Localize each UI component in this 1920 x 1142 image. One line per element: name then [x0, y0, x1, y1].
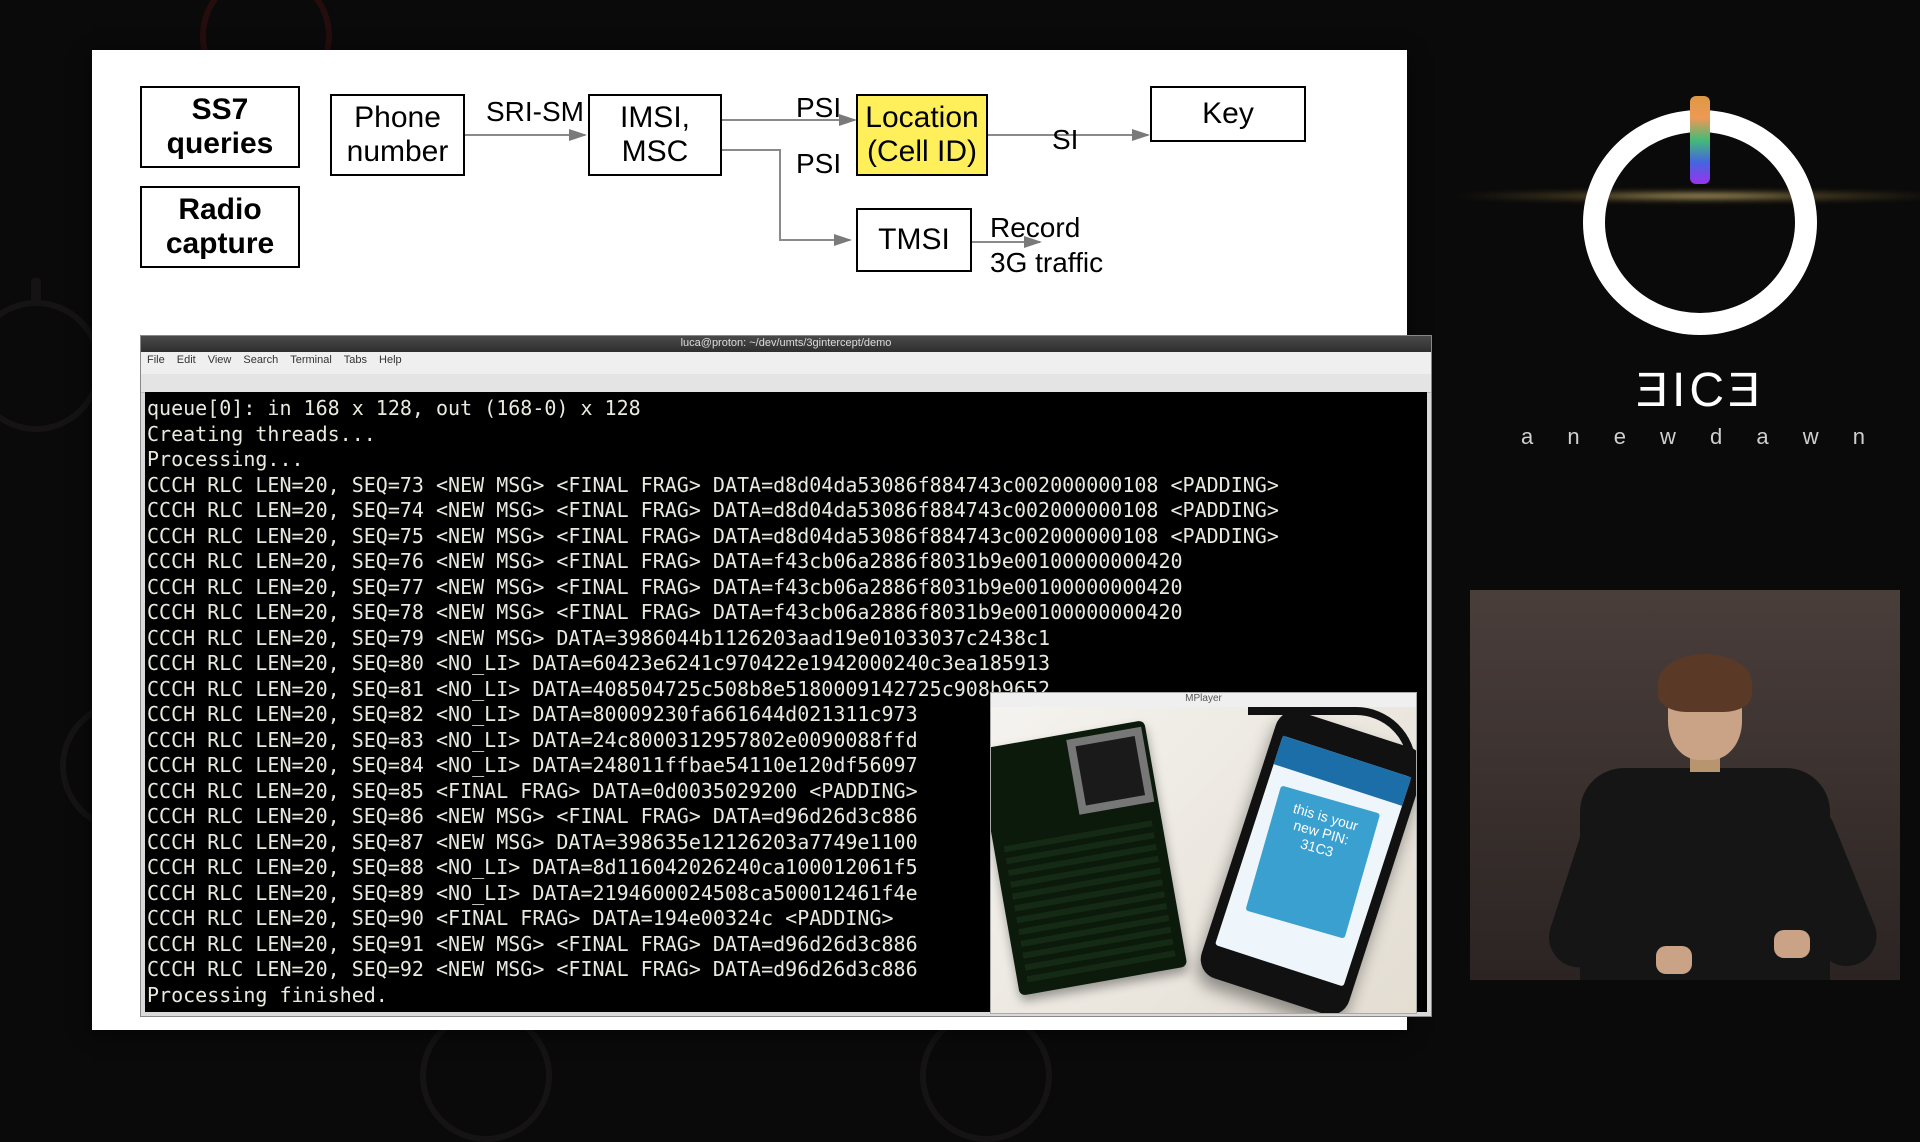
sms-bubble: this is your new PIN: 31C3 — [1245, 785, 1380, 938]
menu-item[interactable]: Edit — [177, 354, 196, 372]
terminal-titlebar[interactable]: luca@proton: ~/dev/umts/3gintercept/demo — [141, 336, 1431, 352]
box-radio-capture: Radio capture — [140, 186, 300, 268]
box-location-cellid: Location (Cell ID) — [856, 94, 988, 176]
terminal-menu[interactable]: File Edit View Search Terminal Tabs Help — [141, 352, 1431, 374]
menu-item[interactable]: Terminal — [290, 354, 332, 372]
brand-name: ƎICƎ — [1636, 363, 1764, 418]
mplayer-title: MPlayer — [991, 693, 1416, 707]
menu-item[interactable]: Search — [243, 354, 278, 372]
label-psi-lower: PSI — [796, 148, 841, 180]
power-stem-icon — [1690, 96, 1710, 184]
demo-photo: this is your new PIN: 31C3 — [991, 707, 1416, 1013]
box-ss7-queries: SS7 queries — [140, 86, 300, 168]
box-phone-number: Phone number — [330, 94, 465, 176]
label-psi-upper: PSI — [796, 92, 841, 124]
speaker-camera — [1470, 590, 1900, 980]
sdr-board-icon — [991, 720, 1187, 996]
terminal-tabs[interactable] — [141, 374, 1431, 393]
menu-item[interactable]: Tabs — [344, 354, 367, 372]
terminal-title: luca@proton: ~/dev/umts/3gintercept/demo — [681, 337, 892, 349]
presentation-slide: SS7 queries Radio capture Phone number I… — [92, 50, 1407, 1030]
brand-tagline: a n e w d a w n — [1521, 424, 1879, 450]
smartphone-icon: this is your new PIN: 31C3 — [1196, 707, 1416, 1013]
event-logo: ƎICƎ a n e w d a w n — [1490, 70, 1910, 450]
box-tmsi: TMSI — [856, 208, 972, 272]
box-key: Key — [1150, 86, 1306, 142]
speaker-figure — [1560, 650, 1850, 980]
menu-item[interactable]: File — [147, 354, 165, 372]
bg-deco-icon — [0, 300, 102, 432]
ss7-flow-diagram: SS7 queries Radio capture Phone number I… — [140, 80, 1370, 320]
menu-item[interactable]: Help — [379, 354, 402, 372]
power-ring-icon — [1583, 110, 1817, 335]
terminal-window: luca@proton: ~/dev/umts/3gintercept/demo… — [140, 335, 1432, 1017]
mplayer-window[interactable]: MPlayer this is your new PIN: 31C3 — [990, 692, 1417, 1014]
label-si: SI — [1052, 124, 1078, 156]
label-record-3g: Record 3G traffic — [990, 210, 1103, 280]
box-imsi-msc: IMSI, MSC — [588, 94, 722, 176]
label-sri-sm: SRI-SM — [486, 96, 584, 128]
menu-item[interactable]: View — [208, 354, 232, 372]
